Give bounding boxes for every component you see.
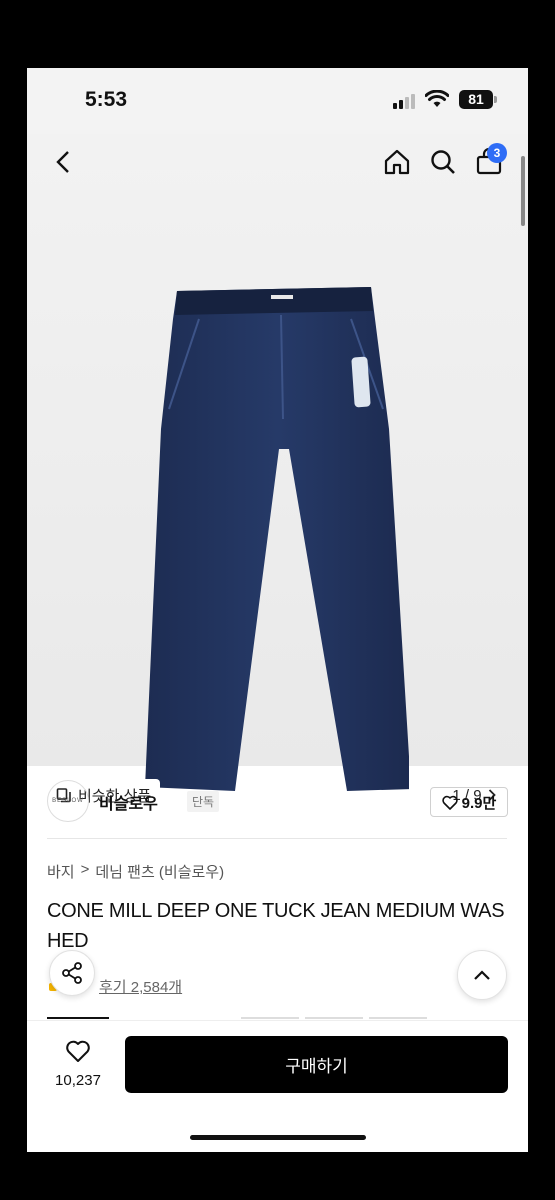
status-time: 5:53 <box>85 88 128 111</box>
reviews-link[interactable]: 후기 2,584개 <box>99 976 182 997</box>
divider <box>47 838 507 839</box>
wishlist-button[interactable]: 10,237 <box>47 1039 109 1089</box>
battery-indicator: 81 <box>459 90 493 109</box>
tab-indicator <box>305 1017 363 1019</box>
search-icon <box>431 150 455 174</box>
product-image-gallery[interactable]: 비슷한 상품 1 / 9 <box>27 134 528 811</box>
share-icon <box>62 962 82 984</box>
search-button[interactable] <box>427 146 459 178</box>
app-screen: 5:53 81 비슷한 상품 1 / 9 3 BESLOW 비슬로우 단독 9.… <box>27 68 528 1152</box>
home-button[interactable] <box>381 146 413 178</box>
signal-icon <box>393 94 415 109</box>
buy-button[interactable]: 구매하기 <box>125 1036 508 1093</box>
brand-like-count: 9.9만 <box>461 794 497 812</box>
home-indicator[interactable] <box>190 1135 366 1140</box>
exclusive-badge: 단독 <box>187 791 220 812</box>
home-icon <box>384 149 410 175</box>
breadcrumb-separator: > <box>80 861 90 878</box>
brand-name[interactable]: 비슬로우 <box>99 790 158 814</box>
chevron-up-icon <box>474 970 490 980</box>
purchase-bar: 10,237 구매하기 <box>27 1020 528 1152</box>
battery-tip <box>494 96 497 103</box>
page-scrollbar[interactable] <box>521 156 525 226</box>
cart-count-badge: 3 <box>487 143 507 163</box>
share-button[interactable] <box>49 950 95 996</box>
back-icon <box>56 151 69 173</box>
tab-indicator <box>241 1017 299 1019</box>
brand-like-button[interactable]: 9.9만 <box>430 787 508 817</box>
wifi-icon <box>425 90 449 107</box>
product-title: CONE MILL DEEP ONE TUCK JEAN MEDIUM WASH… <box>47 900 505 952</box>
brand-logo[interactable]: BESLOW <box>47 780 89 822</box>
heart-icon <box>66 1040 90 1062</box>
breadcrumb-subcategory[interactable]: 데님 팬츠 (비슬로우) <box>95 861 224 882</box>
back-button[interactable] <box>47 146 79 178</box>
status-bar: 5:53 81 <box>27 68 528 134</box>
brand-row: BESLOW 비슬로우 단독 9.9만 <box>47 780 508 826</box>
tab-indicator <box>369 1017 427 1019</box>
wishlist-count: 10,237 <box>55 1072 101 1089</box>
product-image <box>145 287 409 791</box>
scroll-top-button[interactable] <box>457 950 507 1000</box>
active-tab-indicator <box>47 1017 109 1019</box>
heart-icon <box>441 795 458 810</box>
breadcrumb: 바지 > 데님 팬츠 (비슬로우) <box>47 861 224 882</box>
breadcrumb-category[interactable]: 바지 <box>47 861 75 882</box>
